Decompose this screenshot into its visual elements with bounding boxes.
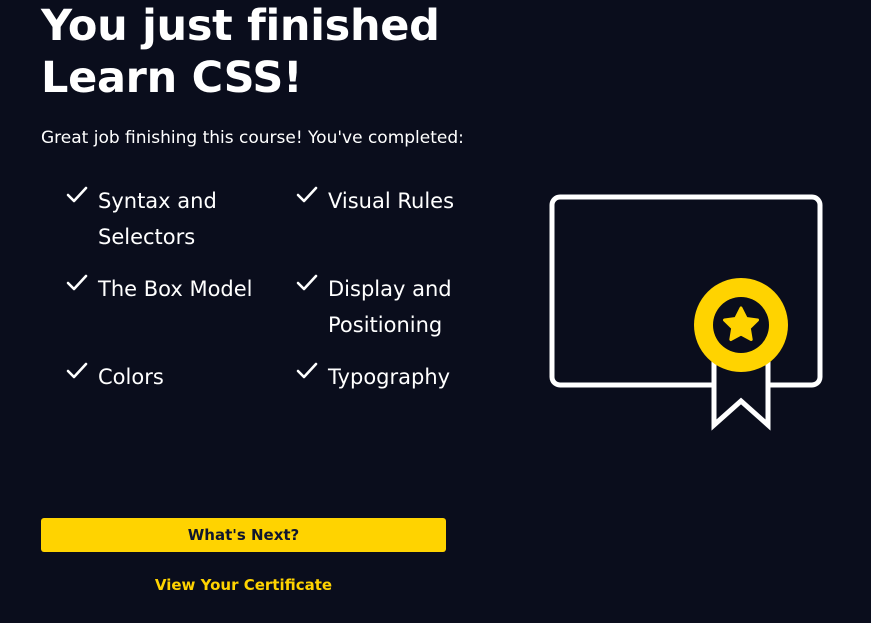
completion-subtitle: Great job finishing this course! You've … — [41, 128, 464, 148]
module-label: Typography — [328, 365, 451, 389]
module-label: The Box Model — [98, 277, 253, 301]
checkmark-icon — [296, 362, 318, 379]
module-item-syntax-and-selectors: Syntax and Selectors — [66, 183, 256, 255]
module-item-visual-rules: Visual Rules — [296, 183, 506, 219]
view-certificate-link[interactable]: View Your Certificate — [41, 574, 446, 596]
module-item-display-and-positioning: Display and Positioning — [296, 271, 461, 343]
checkmark-icon — [296, 186, 318, 203]
checkmark-icon — [66, 362, 88, 379]
checkmark-icon — [66, 186, 88, 203]
module-item-the-box-model: The Box Model — [66, 271, 281, 307]
checkmark-icon — [296, 274, 318, 291]
module-item-typography: Typography — [296, 359, 506, 395]
module-label: Colors — [98, 365, 164, 389]
checkmark-icon — [66, 274, 88, 291]
completion-heading-line1: You just finished — [41, 1, 440, 51]
completion-heading: You just finished Learn CSS! — [41, 0, 511, 104]
module-label: Display and Positioning — [328, 277, 452, 337]
module-item-colors: Colors — [66, 359, 256, 395]
whats-next-button[interactable]: What's Next? — [41, 518, 446, 552]
module-label: Syntax and Selectors — [98, 189, 217, 249]
completion-heading-line2: Learn CSS! — [41, 53, 303, 103]
module-label: Visual Rules — [328, 189, 455, 213]
certificate-award-icon — [549, 194, 823, 431]
